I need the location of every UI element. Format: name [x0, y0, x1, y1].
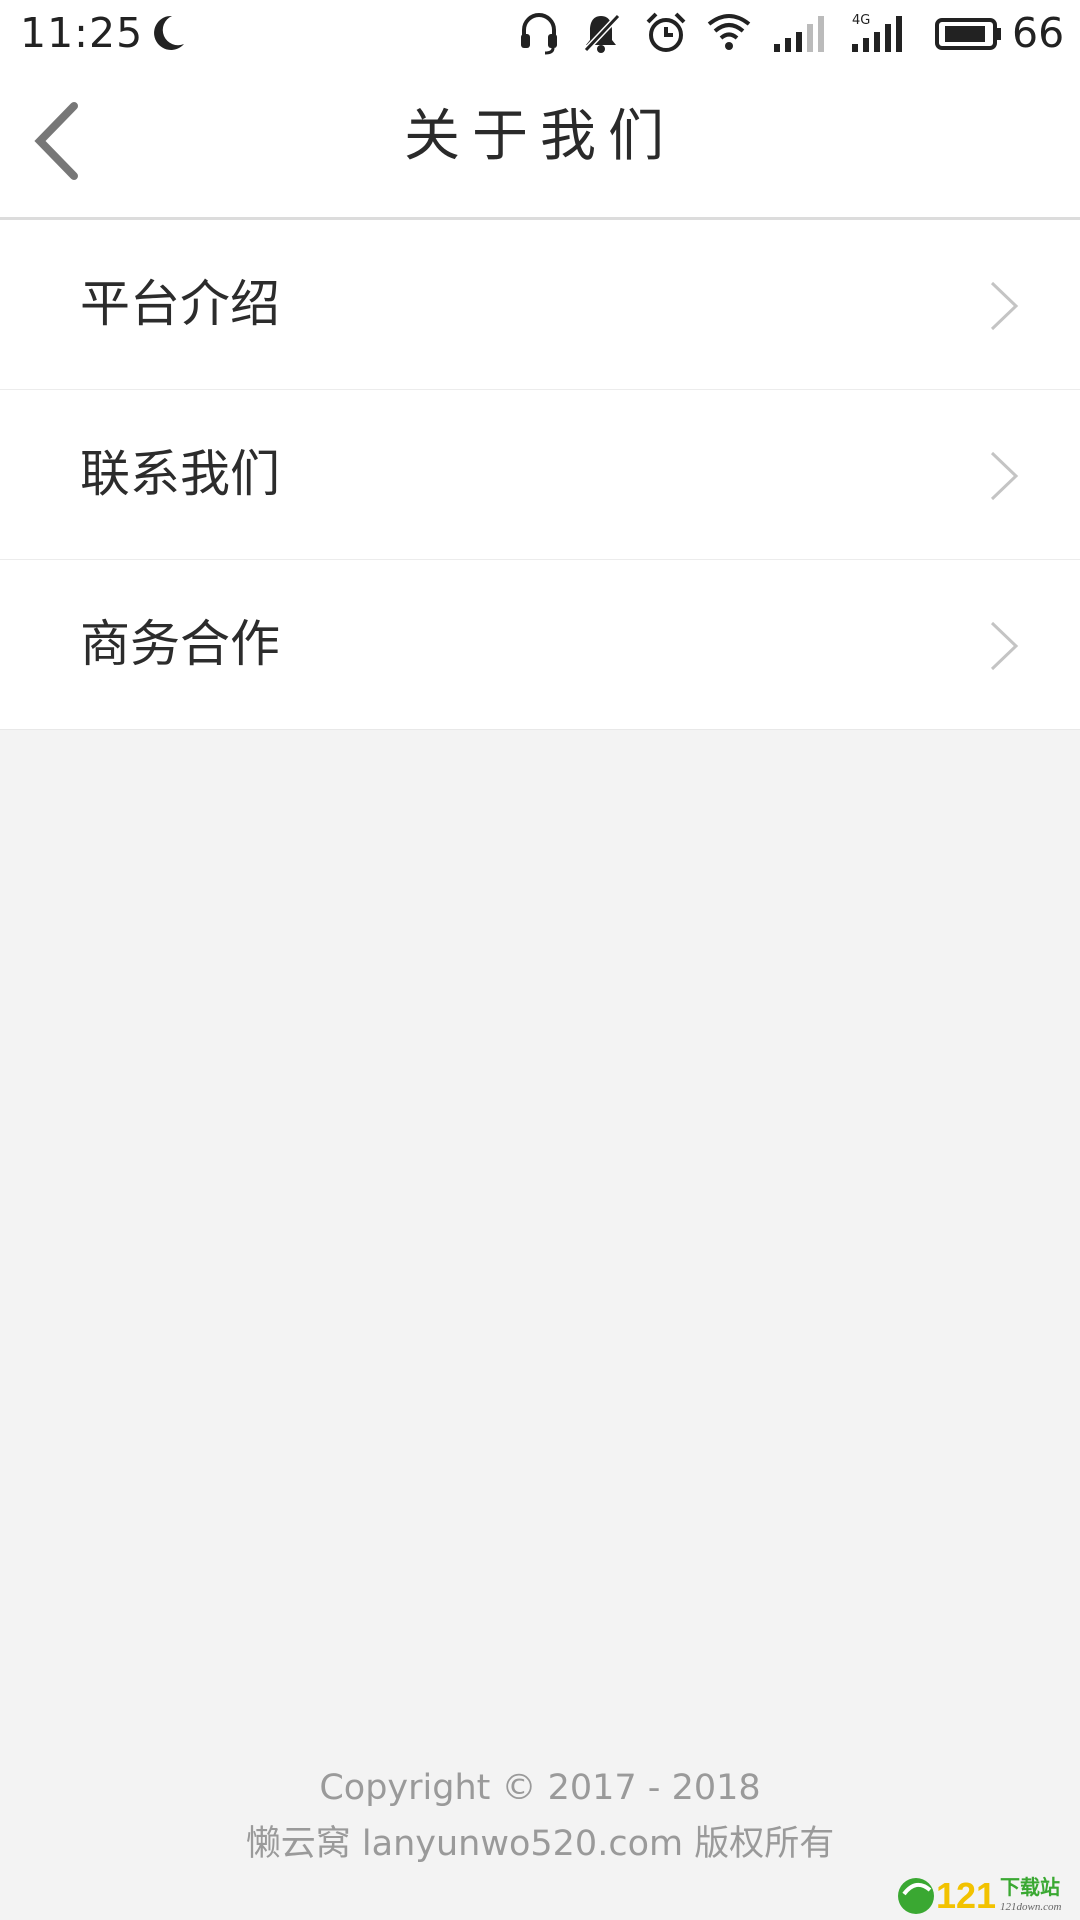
battery-level: 66: [1012, 9, 1065, 57]
battery-icon: [934, 10, 1002, 56]
owner-text: 懒云窝 lanyunwo520.com 版权所有: [245, 1824, 835, 1864]
bell-muted-icon: [580, 10, 622, 56]
svg-text:121down.com: 121down.com: [1000, 1901, 1061, 1913]
svg-text:121: 121: [936, 1875, 996, 1916]
menu-item-label: 联系我们: [80, 445, 280, 503]
copyright-text: Copyright © 2017 - 2018: [319, 1768, 761, 1808]
page-title: 关于我们: [404, 104, 676, 169]
moon-icon: [148, 10, 188, 56]
menu-list: 平台介绍 联系我们 商务合作: [0, 220, 1080, 730]
watermark-logo: 121 下载站 121down.com: [894, 1868, 1074, 1918]
status-time: 11:25: [20, 9, 144, 57]
nav-bar: 关于我们: [0, 66, 1080, 220]
chevron-right-icon: [988, 280, 1020, 332]
wifi-icon: [706, 10, 752, 56]
menu-item-contact-us[interactable]: 联系我们: [0, 390, 1080, 560]
signal-icon: [772, 10, 830, 56]
signal-4g-icon: 4G: [850, 10, 912, 56]
headphones-icon: [518, 10, 560, 56]
status-bar: 11:25 4G 66: [0, 0, 1080, 66]
menu-item-label: 平台介绍: [80, 275, 280, 333]
alarm-icon: [644, 10, 688, 56]
menu-item-business-cooperation[interactable]: 商务合作: [0, 560, 1080, 729]
menu-item-label: 商务合作: [80, 615, 280, 673]
menu-item-platform-intro[interactable]: 平台介绍: [0, 220, 1080, 390]
network-type-label: 4G: [852, 13, 870, 28]
chevron-right-icon: [988, 620, 1020, 672]
footer: Copyright © 2017 - 2018 懒云窝 lanyunwo520.…: [0, 1760, 1080, 1872]
chevron-right-icon: [988, 450, 1020, 502]
svg-text:下载站: 下载站: [1000, 1875, 1060, 1899]
